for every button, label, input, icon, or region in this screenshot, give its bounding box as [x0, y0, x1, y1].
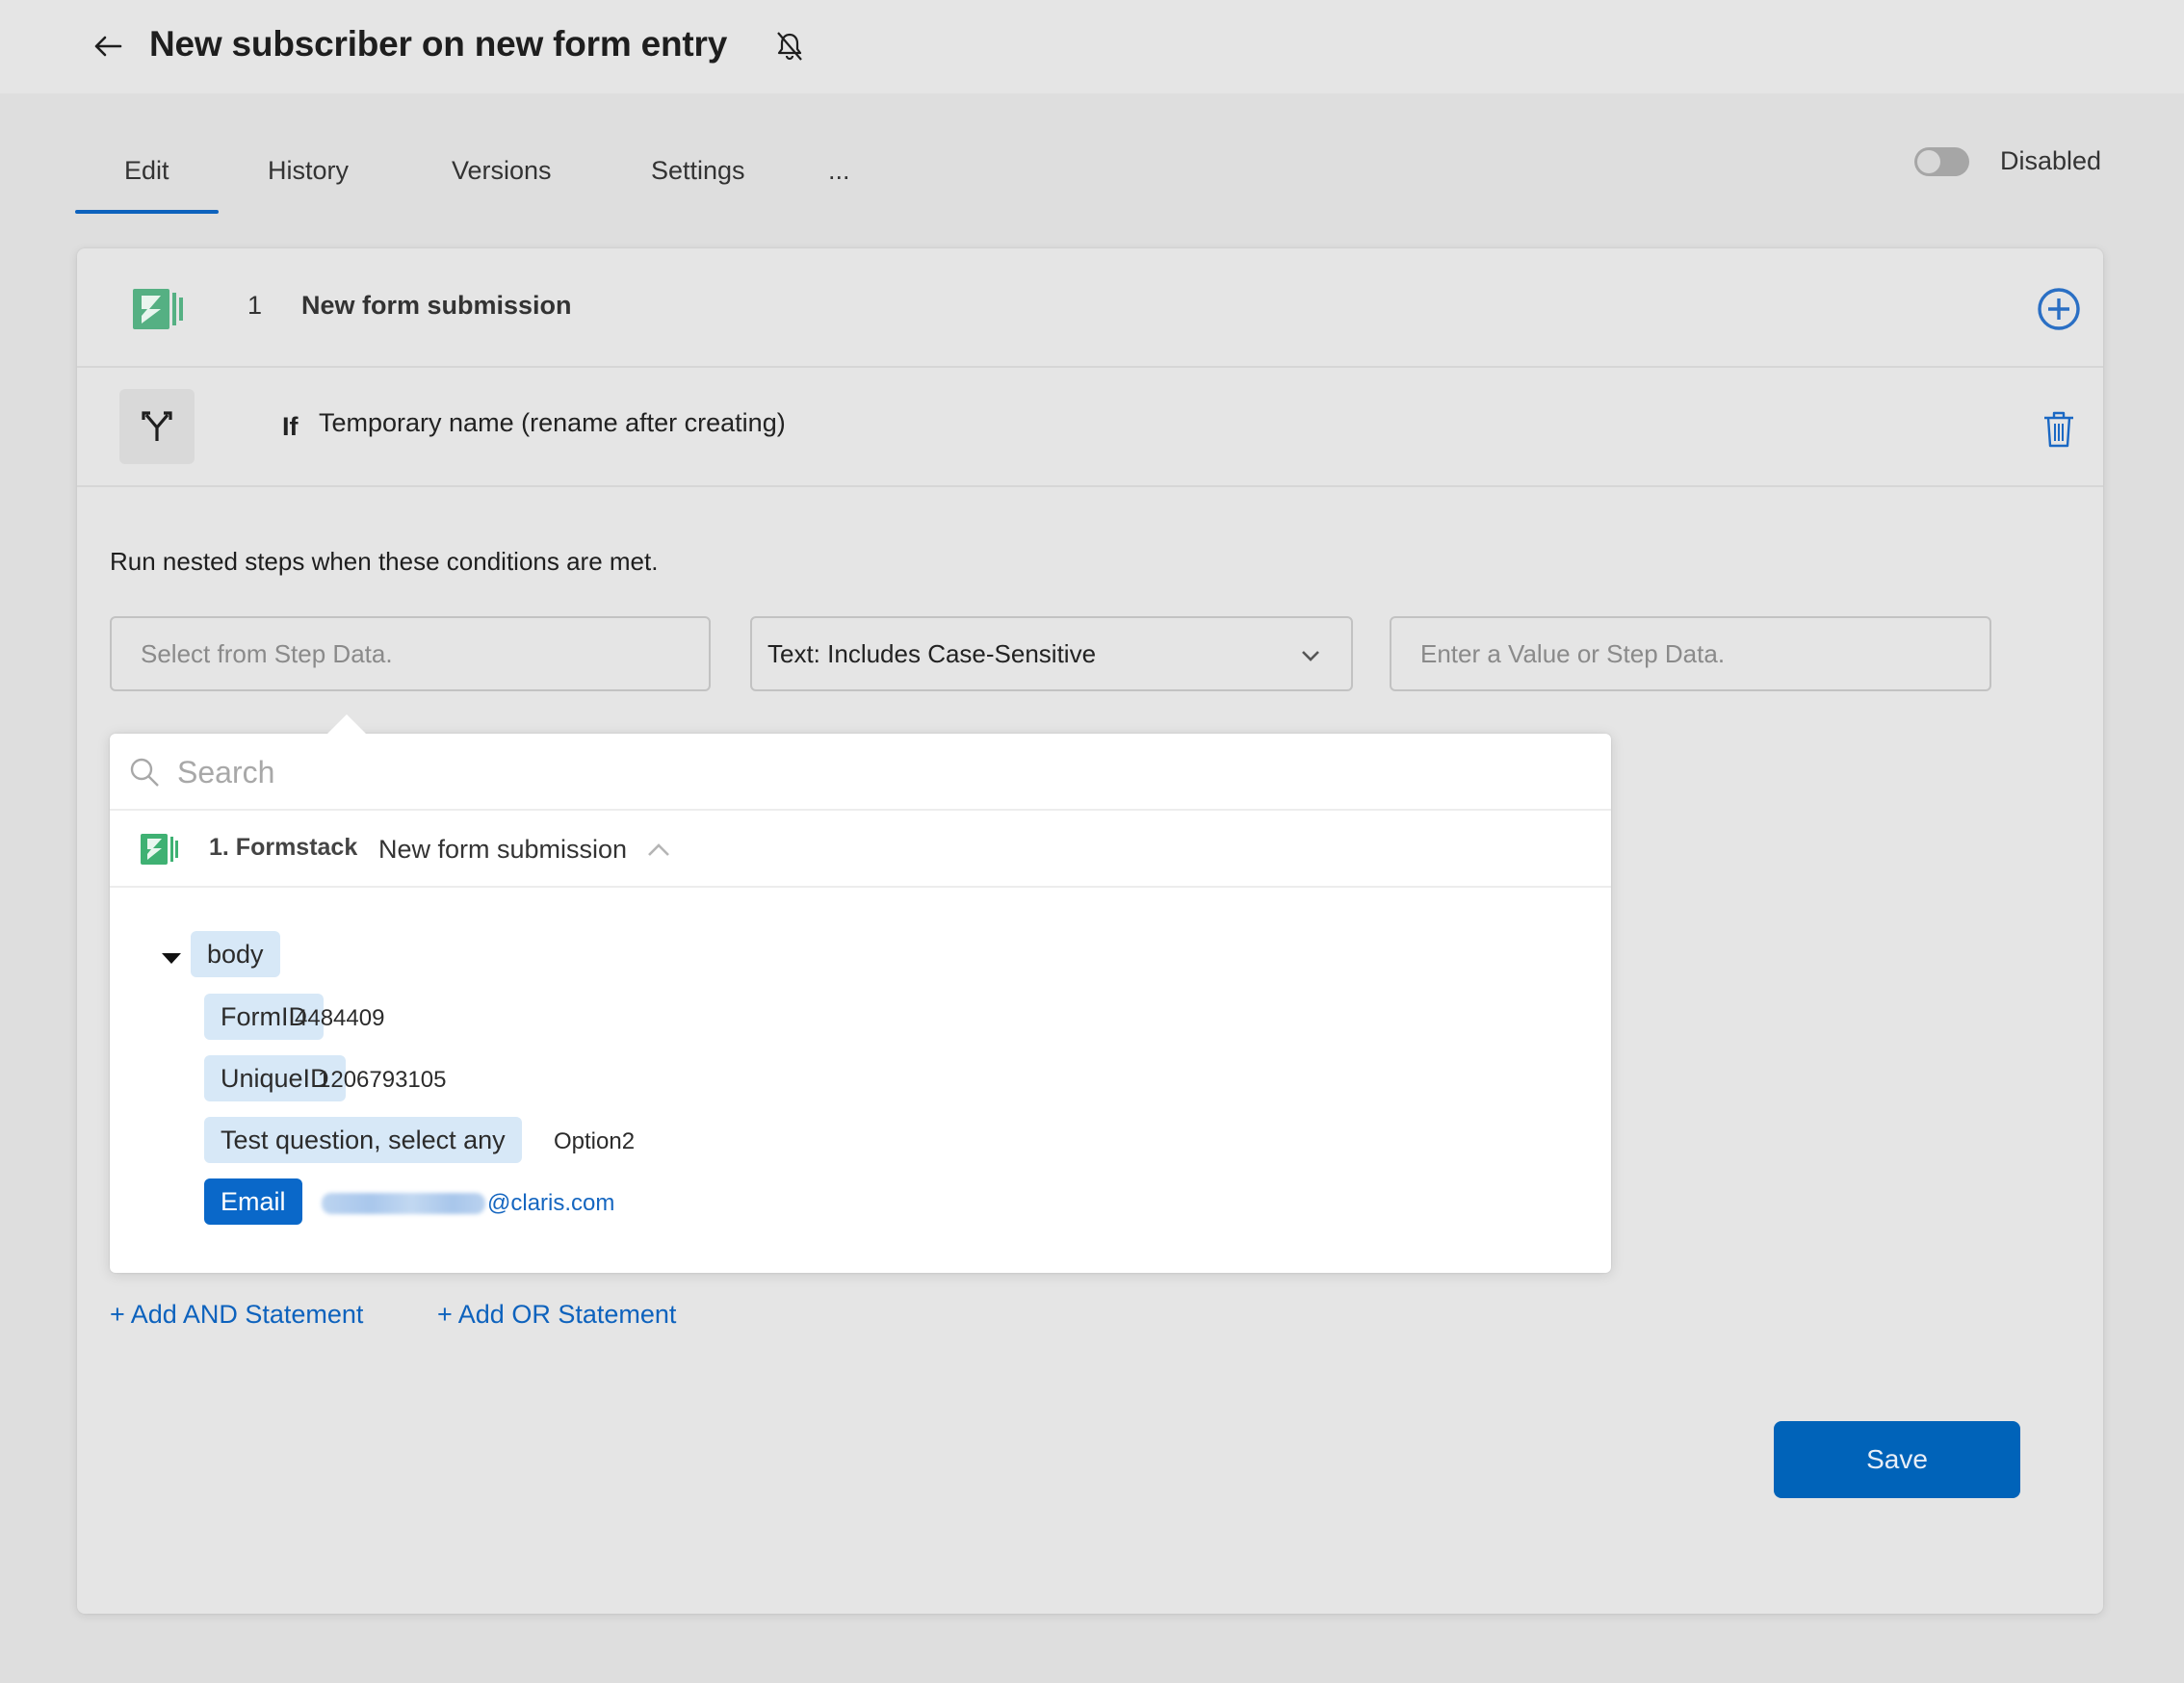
tab-history[interactable]: History	[268, 144, 349, 216]
picker-search-row	[110, 734, 1611, 811]
tree-field-chip-selected[interactable]: Email	[204, 1178, 302, 1225]
value-input[interactable]: Enter a Value or Step Data.	[1390, 616, 1991, 691]
tab-more[interactable]: ...	[828, 144, 850, 216]
step-data-picker: 1. Formstack New form submission body Fo…	[110, 714, 1611, 1273]
chevron-down-icon	[1302, 651, 1319, 661]
popover-arrow	[325, 714, 368, 736]
tab-settings[interactable]: Settings	[651, 144, 745, 216]
step-data-field-input[interactable]: Select from Step Data.	[110, 616, 711, 691]
caret-down-icon[interactable]	[162, 953, 181, 964]
tree-field-value: 1206793105	[318, 1067, 447, 1093]
source-step-name: New form submission	[378, 835, 628, 864]
notifications-toggle-button[interactable]	[770, 27, 809, 65]
tab-versions[interactable]: Versions	[452, 144, 552, 216]
tree-field-value-email: @claris.com	[322, 1190, 614, 1217]
email-domain: @claris.com	[487, 1190, 615, 1216]
back-button[interactable]	[89, 27, 127, 65]
formstack-icon	[141, 834, 178, 865]
formstack-icon	[133, 289, 183, 329]
picker-source-row[interactable]: 1. Formstack New form submission	[110, 811, 1611, 888]
step-row-condition[interactable]: If Temporary name (rename after creating…	[77, 368, 2103, 487]
trash-icon[interactable]	[2041, 410, 2076, 449]
step-title: New form submission	[301, 291, 572, 320]
toggle-knob	[1917, 149, 1940, 173]
condition-name: Temporary name (rename after creating)	[319, 408, 786, 437]
top-header: New subscriber on new form entry	[0, 0, 2184, 93]
operator-select[interactable]: Text: Includes Case-Sensitive	[750, 616, 1353, 691]
operator-value: Text: Includes Case-Sensitive	[767, 638, 1097, 668]
arrow-left-icon	[94, 36, 122, 57]
branch-icon	[142, 411, 172, 441]
tab-edit[interactable]: Edit	[75, 144, 218, 216]
tree-field-value: 4484409	[295, 1005, 385, 1031]
condition-description: Run nested steps when these conditions a…	[110, 547, 659, 576]
branch-icon-box	[119, 389, 195, 464]
picker-search-input[interactable]	[177, 745, 1525, 799]
tree-node-body[interactable]: body	[191, 931, 280, 977]
save-button[interactable]: Save	[1774, 1421, 2020, 1498]
add-or-statement-link[interactable]: + Add OR Statement	[437, 1300, 676, 1330]
redacted-text	[322, 1193, 485, 1214]
enable-toggle[interactable]	[1914, 146, 1969, 176]
tree-field-chip[interactable]: Test question, select any	[204, 1117, 522, 1163]
add-and-statement-link[interactable]: + Add AND Statement	[110, 1300, 363, 1330]
if-keyword: If	[282, 412, 299, 441]
bell-off-icon	[777, 32, 802, 61]
page-title: New subscriber on new form entry	[149, 24, 728, 64]
source-step-label: 1. Formstack	[209, 834, 358, 861]
step-row-trigger[interactable]: 1 New form submission	[77, 248, 2103, 368]
chevron-up-icon[interactable]	[646, 840, 671, 859]
status-toggle-group: Disabled	[1914, 146, 2101, 176]
tree-field-value: Option2	[554, 1128, 636, 1154]
flow-editor-card: 1 New form submission If Temporary name …	[77, 248, 2103, 1614]
add-circle-icon[interactable]	[2037, 287, 2081, 331]
step-number: 1	[247, 291, 263, 320]
toggle-status-label: Disabled	[2000, 146, 2102, 175]
search-icon	[130, 758, 159, 787]
